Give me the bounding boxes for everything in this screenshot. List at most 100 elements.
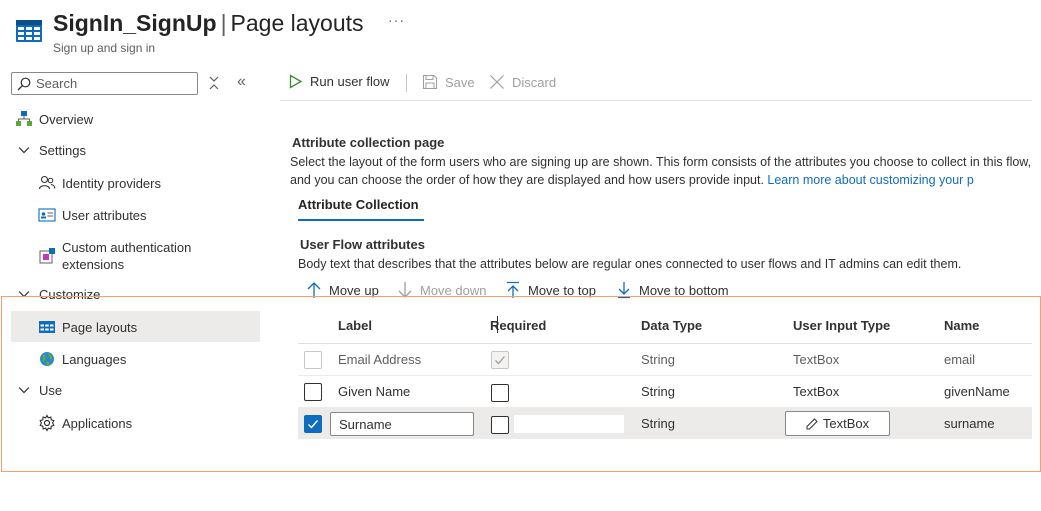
extension-icon bbox=[38, 247, 56, 265]
move-to-top-button[interactable]: Move to top bbox=[505, 281, 596, 299]
row-select-checkbox-checked[interactable] bbox=[304, 415, 322, 433]
run-user-flow-label: Run user flow bbox=[310, 74, 390, 89]
row-select-checkbox[interactable] bbox=[304, 351, 322, 369]
sidebar-group-customize[interactable]: Customize bbox=[15, 285, 100, 303]
column-header-required[interactable]: Required bbox=[490, 318, 546, 333]
edit-input-type-button[interactable]: TextBox bbox=[785, 411, 890, 436]
sidebar-group-use[interactable]: Use bbox=[15, 381, 62, 399]
text-cursor bbox=[497, 316, 498, 333]
id-card-icon bbox=[38, 206, 56, 224]
move-down-label: Move down bbox=[420, 282, 487, 298]
arrow-to-top-icon bbox=[507, 281, 519, 298]
command-bar: Run user flow Save Discard bbox=[280, 70, 1032, 101]
hierarchy-icon bbox=[15, 110, 33, 128]
sidebar-group-settings[interactable]: Settings bbox=[15, 141, 86, 159]
page-layouts-icon bbox=[16, 20, 42, 42]
column-header-label[interactable]: Label bbox=[338, 318, 372, 333]
column-header-user-input-type[interactable]: User Input Type bbox=[793, 318, 890, 333]
required-checkbox[interactable] bbox=[491, 384, 509, 402]
people-icon bbox=[38, 174, 56, 192]
sidebar-item-label: Page layouts bbox=[62, 319, 138, 335]
move-up-label: Move up bbox=[329, 282, 379, 298]
user-flow-attributes-title: User Flow attributes bbox=[300, 237, 425, 252]
sidebar-item-label: Identity providers bbox=[62, 175, 161, 191]
page-title: SignIn_SignUp | Page layouts bbox=[53, 10, 364, 37]
clear-search-icon[interactable] bbox=[207, 75, 221, 91]
sidebar-item-identity-providers[interactable]: Identity providers bbox=[38, 174, 161, 192]
move-up-button[interactable]: Move up bbox=[306, 281, 379, 299]
move-to-bottom-button[interactable]: Move to bottom bbox=[616, 281, 729, 299]
chevron-down-icon bbox=[15, 285, 33, 303]
row-input-type: TextBox bbox=[793, 352, 840, 367]
label-edit-input[interactable] bbox=[330, 412, 474, 436]
sidebar-item-label: Applications bbox=[62, 415, 133, 431]
page-title-blade: Page layouts bbox=[230, 10, 364, 36]
move-to-bottom-label: Move to bottom bbox=[639, 282, 729, 298]
required-checkbox[interactable] bbox=[491, 351, 509, 369]
save-button[interactable]: Save bbox=[422, 74, 475, 90]
search-icon bbox=[17, 77, 31, 90]
required-checkbox[interactable] bbox=[491, 416, 509, 434]
learn-more-link[interactable]: Learn more about customizing your p bbox=[767, 173, 973, 187]
table-header-divider bbox=[298, 343, 1032, 344]
arrow-to-bottom-icon bbox=[618, 282, 630, 299]
row-name: givenName bbox=[944, 384, 1010, 399]
arrow-up-icon bbox=[307, 282, 321, 298]
row-name: surname bbox=[944, 416, 995, 431]
row-data-type: String bbox=[641, 416, 675, 431]
row-input-type: TextBox bbox=[793, 384, 840, 399]
arrow-down-icon bbox=[398, 282, 412, 298]
toolbar-divider bbox=[406, 74, 407, 92]
column-header-data-type[interactable]: Data Type bbox=[641, 318, 702, 333]
sidebar-item-label: Use bbox=[39, 382, 63, 398]
chevron-down-icon bbox=[15, 141, 33, 159]
edit-input-type-label: TextBox bbox=[822, 416, 870, 431]
discard-button[interactable]: Discard bbox=[489, 74, 556, 90]
row-name: email bbox=[944, 352, 976, 367]
play-icon bbox=[289, 74, 303, 89]
sidebar-item-languages[interactable]: Languages bbox=[38, 350, 126, 368]
sidebar-item-label-block: Custom authentication extensions bbox=[62, 239, 191, 273]
save-label: Save bbox=[445, 74, 475, 90]
page-title-resource: SignIn_SignUp bbox=[53, 10, 217, 36]
sidebar-item-user-attributes[interactable]: User attributes bbox=[38, 206, 147, 224]
row-data-type: String bbox=[641, 384, 675, 399]
row-divider bbox=[298, 375, 1032, 376]
collapse-sidebar-icon[interactable]: « bbox=[237, 73, 246, 91]
checkmark-icon bbox=[495, 356, 505, 365]
sidebar-item-label: Languages bbox=[62, 351, 127, 367]
page-title-separator: | bbox=[220, 10, 227, 36]
chevron-down-icon bbox=[15, 381, 33, 399]
search-input[interactable] bbox=[36, 76, 186, 91]
row-label: Given Name bbox=[338, 384, 411, 399]
sidebar-item-applications[interactable]: Applications bbox=[38, 414, 132, 432]
pencil-icon bbox=[806, 417, 818, 429]
more-options-button[interactable]: ··· bbox=[388, 12, 405, 28]
tab-attribute-collection[interactable]: Attribute Collection bbox=[298, 197, 419, 212]
column-header-name[interactable]: Name bbox=[944, 318, 979, 333]
move-to-top-label: Move to top bbox=[528, 282, 596, 298]
sidebar-item-custom-auth-extensions[interactable]: Custom authentication extensions bbox=[38, 239, 191, 273]
row-label: Email Address bbox=[338, 352, 422, 367]
sidebar-item-page-layouts[interactable]: Page layouts bbox=[38, 318, 137, 336]
row-data-type: String bbox=[641, 352, 675, 367]
sidebar-item-label: Settings bbox=[39, 142, 86, 158]
row-divider bbox=[298, 407, 1032, 408]
sidebar-item-overview[interactable]: Overview bbox=[15, 110, 93, 128]
close-icon bbox=[490, 75, 504, 89]
section-description: Select the layout of the form users who … bbox=[290, 153, 1035, 189]
run-user-flow-button[interactable]: Run user flow bbox=[288, 74, 389, 89]
globe-icon bbox=[38, 350, 56, 368]
blank-field bbox=[514, 415, 624, 433]
move-down-button[interactable]: Move down bbox=[397, 281, 486, 299]
sidebar-item-label: Overview bbox=[39, 111, 94, 127]
discard-label: Discard bbox=[512, 74, 557, 90]
sidebar-search-box[interactable] bbox=[11, 72, 198, 95]
save-icon bbox=[422, 74, 438, 90]
sidebar-item-label: Customize bbox=[39, 286, 101, 302]
section-title: Attribute collection page bbox=[292, 135, 445, 150]
table-icon bbox=[38, 318, 56, 336]
tab-selected-indicator bbox=[298, 219, 424, 221]
page-subtitle: Sign up and sign in bbox=[53, 41, 156, 55]
row-select-checkbox[interactable] bbox=[304, 383, 322, 401]
